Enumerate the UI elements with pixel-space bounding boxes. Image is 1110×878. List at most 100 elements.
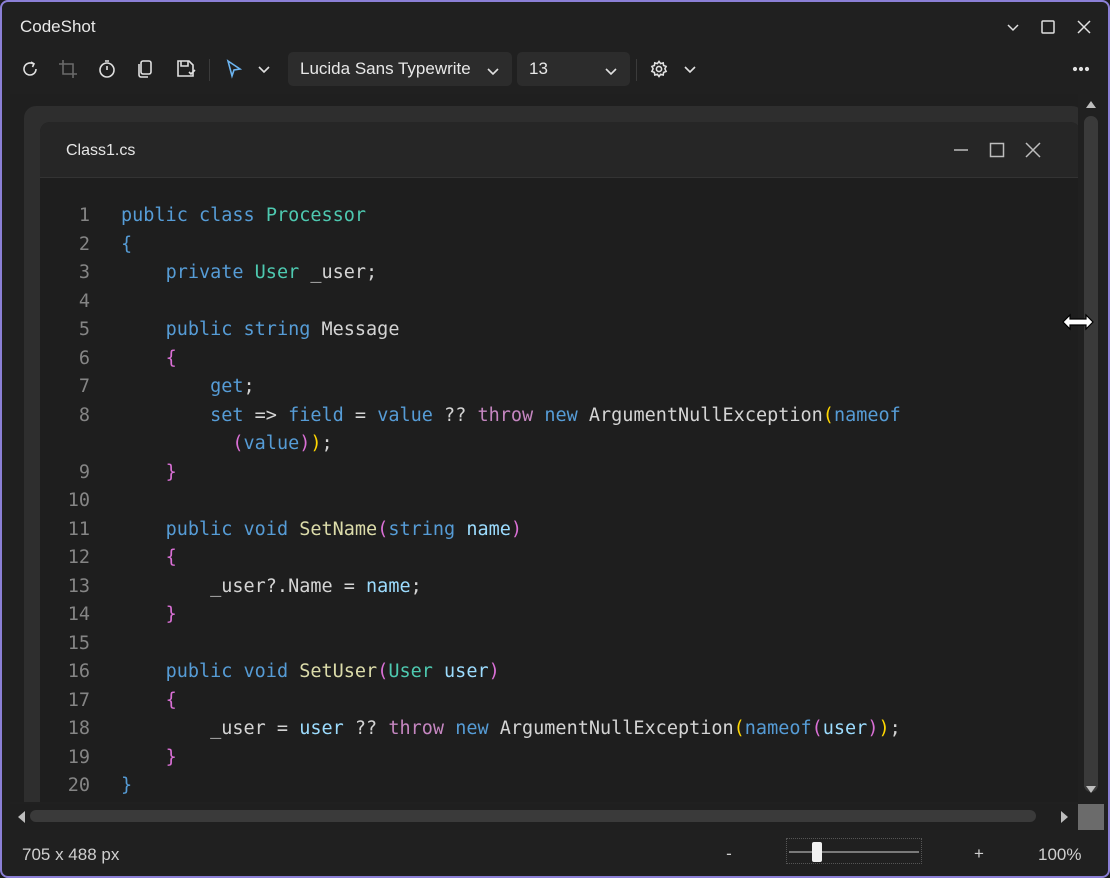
toolbar: Lucida Sans Typewrite 13 [2,48,1108,90]
code-line: 18 _user = user ?? throw new ArgumentNul… [40,715,1078,744]
line-number: 3 [78,262,90,283]
more-icon[interactable] [1065,53,1097,85]
refresh-icon[interactable] [14,53,46,85]
code-token: } [165,461,177,483]
preview-canvas[interactable]: Class1.cs 1 public class Processor 2{3 pri… [10,94,1078,802]
code-token: public [165,661,233,682]
code-token: } [121,775,133,796]
line-number: 4 [78,290,90,312]
line-number: 16 [67,661,90,682]
code-token: ( [377,661,389,682]
code-text: } [121,772,132,801]
zoom-slider-thumb[interactable] [812,842,822,862]
toolbar-separator [636,59,637,81]
code-token: SetName [299,518,378,540]
minimize-icon [946,136,976,164]
code-token: = [343,404,378,426]
zoom-out-button[interactable]: - [722,844,736,864]
code-token: field [288,404,344,426]
code-token: ?? [343,718,389,739]
code-line: 13 _user?.Name = name; [40,573,1078,602]
resize-horizontal-icon[interactable] [1060,310,1096,334]
code-token: ) [878,718,890,739]
chevron-down-icon[interactable] [248,53,280,85]
code-token: ArgumentNullException [577,404,823,426]
vertical-scroll-thumb[interactable] [1084,116,1098,792]
code-token: ( [377,518,389,540]
code-token: Message [310,319,400,340]
horizontal-scrollbar[interactable] [10,804,1078,830]
code-text: public void SetName(string name) [121,516,522,545]
scroll-right-icon[interactable] [1060,810,1072,824]
code-token: public [165,319,233,340]
scroll-left-icon[interactable] [16,810,28,824]
code-token: user [299,718,344,739]
close-button[interactable] [1068,12,1100,42]
code-text: } [121,744,177,773]
horizontal-scroll-thumb[interactable] [30,810,1036,822]
vertical-scrollbar[interactable] [1080,94,1102,802]
code-token: value [243,433,300,454]
code-line: 19 } [40,744,1078,773]
zoom-slider[interactable] [786,838,922,864]
code-token: User [254,262,300,283]
code-token: ( [733,718,745,739]
code-token: ; [321,433,333,454]
code-token: SetUser [299,661,378,682]
line-number: 2 [78,233,90,255]
code-token: ) [310,433,322,454]
chevron-down-icon[interactable] [674,53,706,85]
zoom-in-button[interactable]: + [970,844,988,864]
code-line: 5 public string Message [40,316,1078,345]
code-line: 20} [40,772,1078,801]
code-line: 10 [40,487,1078,516]
code-text: _user?.Name = name; [121,573,422,602]
code-token: void [243,518,289,540]
save-icon[interactable] [170,53,202,85]
cursor-icon[interactable] [218,53,250,85]
code-token: new [544,404,578,426]
timer-icon[interactable] [91,53,123,85]
code-line: 16 public void SetUser(User user) [40,658,1078,687]
code-line: 14 } [40,601,1078,630]
code-text: } [121,601,177,630]
settings-icon[interactable] [643,53,675,85]
app-window: CodeShot Lucida Sans Typewrite 13 Class1… [0,0,1110,878]
code-token: void [243,661,289,682]
code-text: public string Message [121,316,400,345]
close-icon [1018,136,1048,164]
zoom-slider-track [789,851,919,853]
scroll-up-icon[interactable] [1085,98,1097,110]
crop-icon[interactable] [52,53,84,85]
scroll-down-icon[interactable] [1085,784,1097,796]
code-line: (value)); [40,430,1078,459]
code-token: value [377,404,433,426]
code-line: 2{ [40,231,1078,260]
code-token: get [210,376,244,397]
line-number: 18 [67,718,90,739]
code-token: => [243,404,289,426]
code-token: ) [299,433,311,454]
maximize-button[interactable] [1032,12,1064,42]
copy-icon[interactable] [129,53,161,85]
code-line: 3 private User _user; [40,259,1078,288]
code-token: { [165,547,177,568]
code-token: class [198,205,255,226]
font-size-select[interactable]: 13 [517,52,630,86]
chevron-down-icon[interactable] [997,12,1029,42]
line-number: 11 [67,518,90,540]
font-family-select[interactable]: Lucida Sans Typewrite [288,52,512,86]
